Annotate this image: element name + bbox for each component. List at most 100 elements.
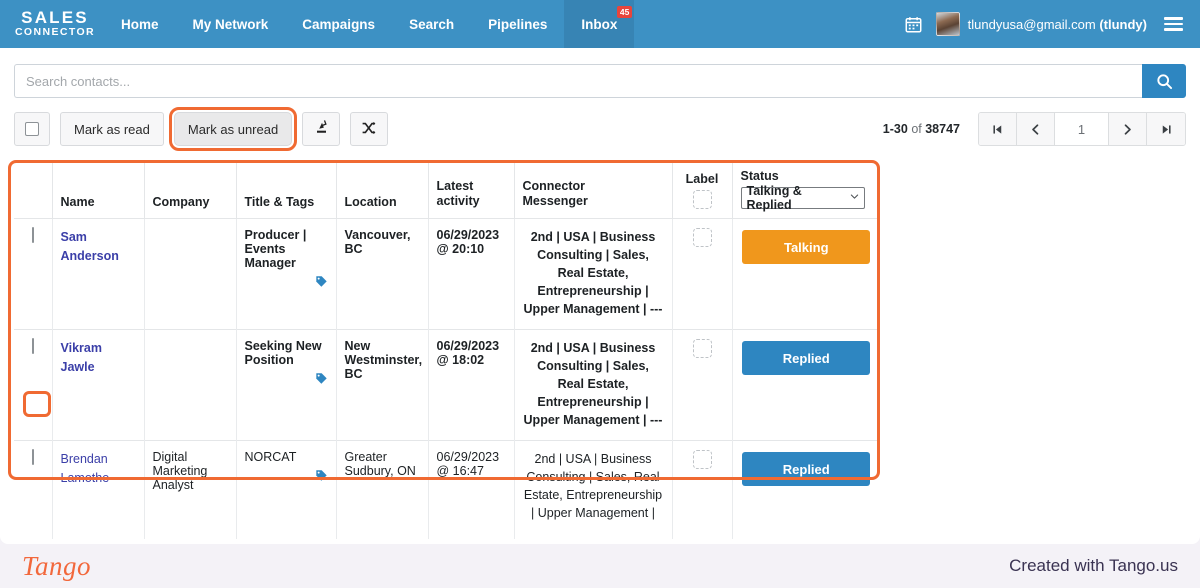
contacts-table-head: Name Company Title & Tags Location Lates…: [14, 161, 880, 219]
hamburger-icon[interactable]: [1161, 14, 1186, 34]
label-ghost-checkbox[interactable]: [692, 450, 712, 469]
table-row[interactable]: Brendan Lamothe Digital Marketing Analys…: [14, 440, 880, 539]
header-latest-activity-line1: Latest: [436, 179, 474, 193]
row-label-cell[interactable]: [671, 329, 732, 441]
brand-logo[interactable]: SALES CONNECTOR: [0, 0, 104, 48]
nav-item-my-network[interactable]: My Network: [176, 0, 286, 48]
nav-item-inbox[interactable]: Inbox 45: [564, 0, 635, 48]
mark-as-read-button[interactable]: Mark as read: [60, 112, 164, 146]
row-messenger-cell: 2nd | USA | Business Consulting | Sales,…: [513, 440, 672, 539]
previous-page-icon[interactable]: [1017, 113, 1055, 145]
header-checkbox: [14, 161, 52, 219]
status-badge[interactable]: Replied: [742, 341, 871, 375]
tag-icon[interactable]: [245, 469, 328, 485]
header-connector-messenger-line2: Messenger: [522, 194, 588, 208]
current-page-value: 1: [1077, 121, 1086, 137]
label-ghost-checkbox[interactable]: [692, 339, 712, 358]
pagination: 1-30 of 38747 1: [883, 112, 1186, 146]
row-title-cell: NORCAT: [235, 440, 336, 539]
export-button[interactable]: [302, 112, 341, 146]
header-title-tags[interactable]: Title & Tags: [235, 161, 336, 219]
row-checkbox-cell[interactable]: [14, 329, 52, 441]
label-ghost-checkbox[interactable]: [692, 228, 712, 247]
contacts-table-wrapper: Name Company Title & Tags Location Lates…: [8, 160, 880, 539]
row-location-cell: Vancouver, BC: [335, 218, 428, 330]
pagination-total: 38747: [925, 122, 960, 136]
nav-item-pipelines[interactable]: Pipelines: [471, 0, 564, 48]
shuffle-button[interactable]: [350, 112, 389, 146]
contact-title: Producer | Events Manager: [244, 228, 307, 270]
row-checkbox[interactable]: [31, 338, 34, 354]
row-checkbox[interactable]: [31, 449, 34, 465]
header-location[interactable]: Location: [335, 161, 428, 219]
tag-icon[interactable]: [245, 372, 328, 388]
nav-right-group: tlundyusa@gmail.com (tlundy): [905, 0, 1200, 48]
nav-item-inbox-label: Inbox: [581, 16, 618, 32]
tango-footer: Tango Created with Tango.us: [0, 544, 1200, 588]
activity-time: @ 16:47: [436, 464, 484, 478]
select-all-checkbox[interactable]: [14, 112, 50, 146]
activity-time: @ 18:02: [436, 353, 485, 367]
brand-logo-line1: SALES: [21, 8, 89, 27]
tag-icon[interactable]: [245, 275, 328, 291]
user-email-address: tlundyusa@gmail.com: [967, 16, 1096, 32]
mark-as-read-label: Mark as read: [74, 121, 150, 137]
activity-date: 06/29/2023: [436, 339, 500, 353]
status-filter-select[interactable]: Talking & Replied: [740, 184, 865, 212]
row-status-cell: Replied: [731, 329, 880, 441]
first-page-icon[interactable]: [979, 113, 1017, 145]
activity-date: 06/29/2023: [436, 450, 500, 464]
table-row[interactable]: Vikram Jawle Seeking New Position New We…: [14, 329, 880, 441]
pagination-range: 1-30: [882, 122, 908, 136]
label-filter-ghost-checkbox[interactable]: [692, 190, 712, 209]
contact-name-link[interactable]: Sam Anderson: [61, 230, 119, 263]
next-page-icon[interactable]: [1109, 113, 1147, 145]
contact-name-link[interactable]: Vikram Jawle: [61, 341, 102, 374]
header-status-text: Status: [740, 169, 779, 183]
nav-item-search-label: Search: [409, 16, 455, 32]
hamburger-bar-2: [1164, 22, 1183, 26]
mark-as-unread-button[interactable]: Mark as unread: [168, 107, 298, 151]
contact-title: NORCAT: [244, 450, 297, 464]
current-page-input[interactable]: 1: [1055, 113, 1109, 145]
header-company[interactable]: Company: [143, 161, 236, 219]
search-row: [14, 64, 1186, 98]
header-label-text: Label: [685, 172, 719, 186]
header-name[interactable]: Name: [51, 161, 144, 219]
header-label[interactable]: Label: [671, 161, 732, 219]
pagination-of-label: of: [911, 122, 922, 136]
calendar-icon[interactable]: [905, 16, 922, 33]
activity-date: 06/29/2023: [436, 228, 500, 242]
status-badge[interactable]: Replied: [742, 452, 871, 486]
contacts-table-body: Sam Anderson Producer | Events Manager V…: [14, 218, 880, 539]
contact-name-link[interactable]: Brendan Lamothe: [61, 452, 110, 485]
nav-item-home-label: Home: [121, 16, 159, 32]
table-row[interactable]: Sam Anderson Producer | Events Manager V…: [14, 218, 880, 330]
user-account-menu[interactable]: tlundyusa@gmail.com (tlundy): [935, 12, 1147, 36]
nav-items: Home My Network Campaigns Search Pipelin…: [104, 0, 635, 48]
search-button[interactable]: [1142, 64, 1186, 98]
action-toolbar: Mark as read Mark as unread 1-30 of 3874…: [14, 107, 1186, 151]
user-handle: (tlundy): [1099, 16, 1147, 32]
search-input[interactable]: [14, 64, 1142, 98]
shuffle-icon: [361, 120, 377, 139]
row-company-cell: [143, 218, 236, 330]
row-checkbox[interactable]: [31, 227, 34, 243]
row-company-cell: Digital Marketing Analyst: [143, 440, 236, 539]
nav-item-home[interactable]: Home: [104, 0, 176, 48]
last-page-icon[interactable]: [1147, 113, 1185, 145]
row-label-cell[interactable]: [671, 440, 732, 539]
header-latest-activity[interactable]: Latest activity: [427, 161, 514, 219]
status-badge[interactable]: Talking: [742, 230, 871, 264]
nav-item-campaigns[interactable]: Campaigns: [285, 0, 392, 48]
row-title-cell: Producer | Events Manager: [235, 218, 336, 330]
select-all-checkbox-box: [25, 122, 39, 136]
row-checkbox-cell[interactable]: [14, 219, 52, 330]
header-connector-messenger[interactable]: Connector Messenger: [513, 161, 672, 219]
row-messenger-cell: 2nd | USA | Business Consulting | Sales,…: [513, 329, 672, 441]
nav-item-search[interactable]: Search: [392, 0, 471, 48]
row-checkbox-cell[interactable]: [14, 440, 52, 539]
hamburger-bar-3: [1164, 28, 1183, 31]
contacts-table: Name Company Title & Tags Location Lates…: [14, 161, 880, 539]
row-label-cell[interactable]: [671, 218, 732, 330]
